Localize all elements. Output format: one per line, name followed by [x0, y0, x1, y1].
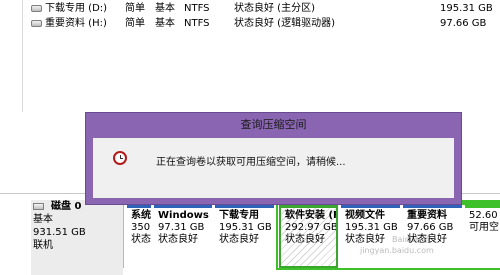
volume-type: 基本 [155, 3, 175, 14]
volume-row[interactable]: 重要资料 (H:) 简单 基本 NTFS 状态良好 (逻辑驱动器) 97.66 … [0, 17, 500, 31]
partition-size: 195.31 GB [219, 222, 272, 233]
partition-status: 状态良好 [285, 234, 325, 245]
volume-layout: 简单 [125, 18, 145, 29]
partition-label: Windows [158, 210, 209, 221]
partition-windows[interactable]: Windows 97.31 GB 状态良好 [154, 204, 212, 268]
partition-status: 状态良好 [158, 234, 198, 245]
partition-free-space[interactable]: 52.60 G 可用空 [465, 204, 500, 268]
clock-icon [113, 151, 127, 165]
watermark-brand: Baidu经验 [392, 235, 431, 244]
dialog-title: 查询压缩空间 [240, 118, 307, 131]
partition-label: 下载专用 [219, 210, 259, 221]
volume-filesystem: NTFS [184, 3, 210, 14]
partition-system[interactable]: 系统 350 状态 [127, 204, 151, 268]
volume-row[interactable]: 下载专用 (D:) 简单 基本 NTFS 状态良好 (主分区) 195.31 G… [0, 2, 500, 16]
partition-status: 状态良好 [219, 234, 259, 245]
partition-size: 195.31 GB [345, 222, 398, 233]
partition-size: 292.97 GB [285, 222, 338, 233]
partition-size: 52.60 G [469, 210, 500, 221]
volume-filesystem: NTFS [184, 18, 210, 29]
drive-icon [31, 20, 42, 27]
disk-info-panel[interactable]: 磁盘 0 基本 931.51 GB 联机 [31, 200, 123, 275]
watermark-url: jingyan.baidu.com [360, 246, 434, 255]
partition-label: 软件安装 (F:) [285, 210, 336, 221]
partition-download[interactable]: 下载专用 195.31 GB 状态良好 [215, 204, 274, 268]
volume-type: 基本 [155, 18, 175, 29]
divider [123, 204, 124, 268]
volume-name: 下载专用 (D:) [45, 3, 108, 14]
volume-layout: 简单 [125, 3, 145, 14]
disk-type: 基本 [33, 214, 53, 225]
volume-status: 状态良好 (逻辑驱动器) [234, 18, 335, 29]
partition-size: 97.66 GB [407, 222, 454, 233]
disk-icon [33, 203, 44, 210]
drive-icon [31, 5, 42, 12]
volume-status: 状态良好 (主分区) [234, 3, 315, 14]
volume-capacity: 195.31 GB [440, 3, 493, 14]
volume-list: 下载专用 (D:) 简单 基本 NTFS 状态良好 (主分区) 195.31 G… [0, 0, 500, 112]
shrink-query-dialog: 查询压缩空间 正在查询卷以获取可用压缩空间，请稍候... [85, 112, 462, 205]
disk-size: 931.51 GB [33, 227, 86, 238]
disk-name: 磁盘 0 [51, 201, 82, 212]
partition-size: 97.31 GB [158, 222, 205, 233]
volume-name: 重要资料 (H:) [45, 18, 107, 29]
partition-software[interactable]: 软件安装 (F:) 292.97 GB 状态良好 [279, 204, 338, 268]
dialog-message: 正在查询卷以获取可用压缩空间，请稍候... [156, 157, 346, 168]
partition-label: 视频文件 [345, 210, 385, 221]
dialog-body: 正在查询卷以获取可用压缩空间，请稍候... [93, 138, 454, 198]
volume-capacity: 97.66 GB [440, 18, 487, 29]
disk-state: 联机 [33, 240, 53, 251]
partition-size: 350 [131, 222, 151, 233]
partition-label: 重要资料 [407, 210, 447, 221]
partition-status: 可用空 [469, 222, 499, 233]
partition-status: 状态 [131, 234, 151, 245]
partition-label: 系统 [131, 210, 151, 221]
